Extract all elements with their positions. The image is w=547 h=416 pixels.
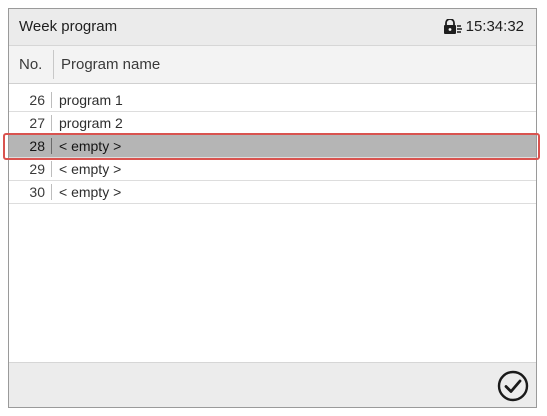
- row-divider: [51, 161, 52, 177]
- status-area: 15:34:32: [443, 18, 524, 35]
- footer-bar: [9, 362, 536, 407]
- row-number: 29: [29, 161, 45, 177]
- table-row[interactable]: 29 < empty >: [9, 158, 536, 181]
- table-row-selected[interactable]: 28 < empty >: [3, 133, 540, 160]
- row-number: 28: [29, 138, 45, 154]
- column-divider: [53, 50, 54, 79]
- column-header-program-name: Program name: [61, 56, 161, 73]
- table-row[interactable]: 27 program 2: [9, 112, 536, 135]
- row-number: 30: [29, 184, 45, 200]
- title-bar: Week program 15:34:32: [9, 9, 536, 46]
- table-row[interactable]: 26 program 1: [9, 89, 536, 112]
- page-title: Week program: [19, 18, 118, 35]
- row-divider: [51, 92, 52, 108]
- week-program-window: Week program 15:34:32 No. Program name 2…: [3, 8, 540, 408]
- row-program-name: < empty >: [59, 138, 122, 154]
- row-program-name: program 2: [59, 115, 123, 131]
- program-list: 26 program 1 27 program 2 28 < empty > 2…: [3, 89, 540, 204]
- row-divider: [51, 138, 52, 154]
- row-number: 26: [29, 92, 45, 108]
- row-divider: [51, 115, 52, 131]
- lock-icon: [443, 18, 462, 34]
- column-header: No. Program name: [9, 46, 536, 84]
- table-row[interactable]: 30 < empty >: [9, 181, 536, 204]
- row-divider: [51, 184, 52, 200]
- row-program-name: program 1: [59, 92, 123, 108]
- clock-time: 15:34:32: [465, 18, 524, 35]
- checkmark-circle-icon[interactable]: [496, 369, 530, 403]
- row-program-name: < empty >: [59, 161, 122, 177]
- column-header-no: No.: [19, 56, 43, 73]
- row-program-name: < empty >: [59, 184, 122, 200]
- row-number: 27: [29, 115, 45, 131]
